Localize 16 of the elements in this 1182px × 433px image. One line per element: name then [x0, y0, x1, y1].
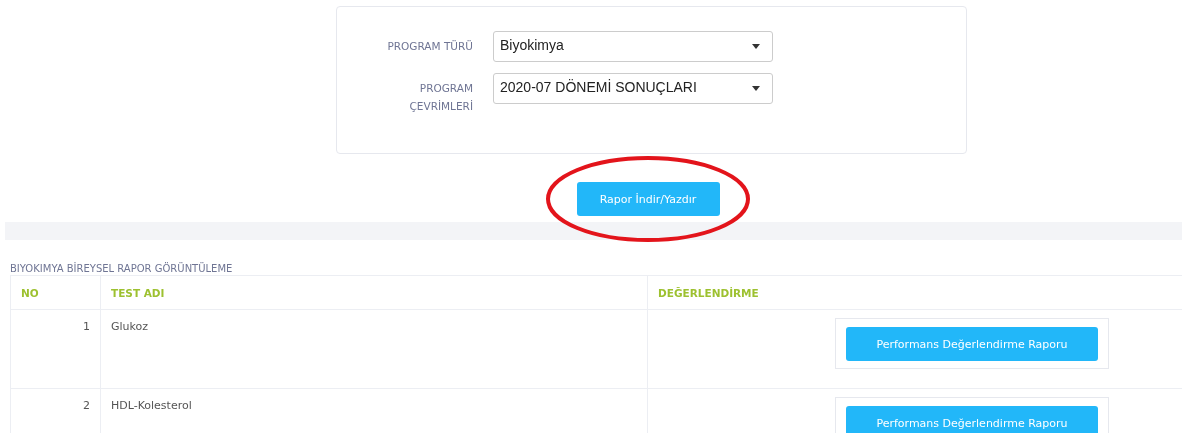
table-cell: 2: [10, 388, 101, 433]
report-button[interactable]: Performans Değerlendirme Raporu: [846, 327, 1098, 361]
column-header: DEĞERLENDİRME: [647, 275, 1182, 310]
field-label: PROGRAM ÇEVRİMLERİ: [408, 81, 474, 114]
column-header: NO: [10, 275, 101, 310]
field-label: PROGRAM TÜRÜ: [386, 39, 474, 54]
select-field[interactable]: Biyokimya: [493, 31, 773, 62]
table-cell: 1: [10, 309, 101, 389]
table-cell: Glukoz: [100, 309, 648, 389]
caret-icon: [752, 86, 760, 91]
select-field[interactable]: 2020-07 DÖNEMİ SONUÇLARI: [493, 73, 773, 104]
download-button[interactable]: Rapor İndir/Yazdır: [576, 182, 720, 216]
report-title: BIYOKIMYA BİREYSEL RAPOR GÖRÜNTÜLEME: [10, 263, 234, 275]
column-header: TEST ADI: [100, 275, 648, 310]
caret-icon: [752, 44, 760, 49]
report-button[interactable]: Performans Değerlendirme Raporu: [846, 406, 1098, 433]
